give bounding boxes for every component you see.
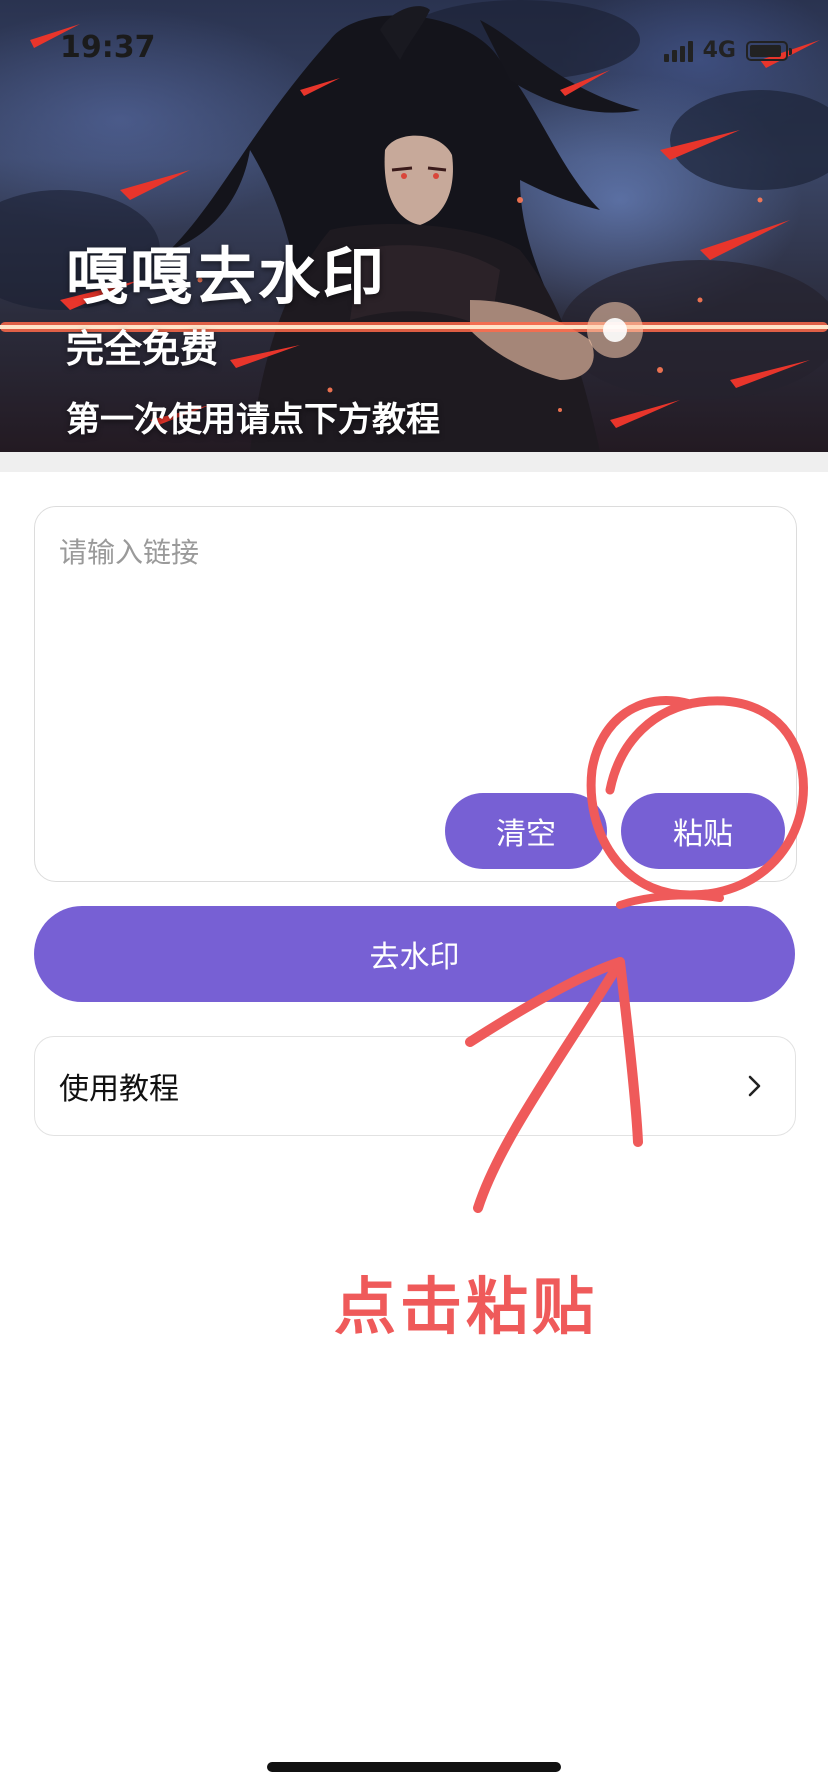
- hero-banner: 嘎嘎去水印 完全免费 第一次使用请点下方教程 19:37 4G: [0, 0, 828, 452]
- annotation-label: 点击粘贴: [334, 1270, 599, 1343]
- free-tagline: 完全免费: [66, 327, 219, 371]
- tutorial-row[interactable]: 使用教程: [34, 1036, 796, 1136]
- battery-icon: [746, 40, 792, 61]
- status-indicators: 4G: [663, 38, 792, 63]
- home-indicator[interactable]: [267, 1762, 561, 1772]
- tutorial-label: 使用教程: [59, 1072, 179, 1107]
- signal-icon: [663, 40, 693, 62]
- network-type: 4G: [702, 38, 736, 63]
- app-title: 嘎嘎去水印: [66, 240, 387, 313]
- remove-watermark-button[interactable]: 去水印: [34, 906, 795, 1002]
- battery-level: [750, 44, 781, 57]
- section-divider: [0, 452, 828, 472]
- chevron-right-icon: [748, 1075, 761, 1097]
- clear-button[interactable]: 清空: [445, 793, 607, 869]
- link-input[interactable]: [59, 531, 759, 731]
- status-time: 19:37: [60, 30, 156, 65]
- link-input-card: 清空 粘贴: [34, 506, 797, 882]
- paste-button[interactable]: 粘贴: [621, 793, 785, 869]
- tutorial-hint: 第一次使用请点下方教程: [66, 400, 440, 440]
